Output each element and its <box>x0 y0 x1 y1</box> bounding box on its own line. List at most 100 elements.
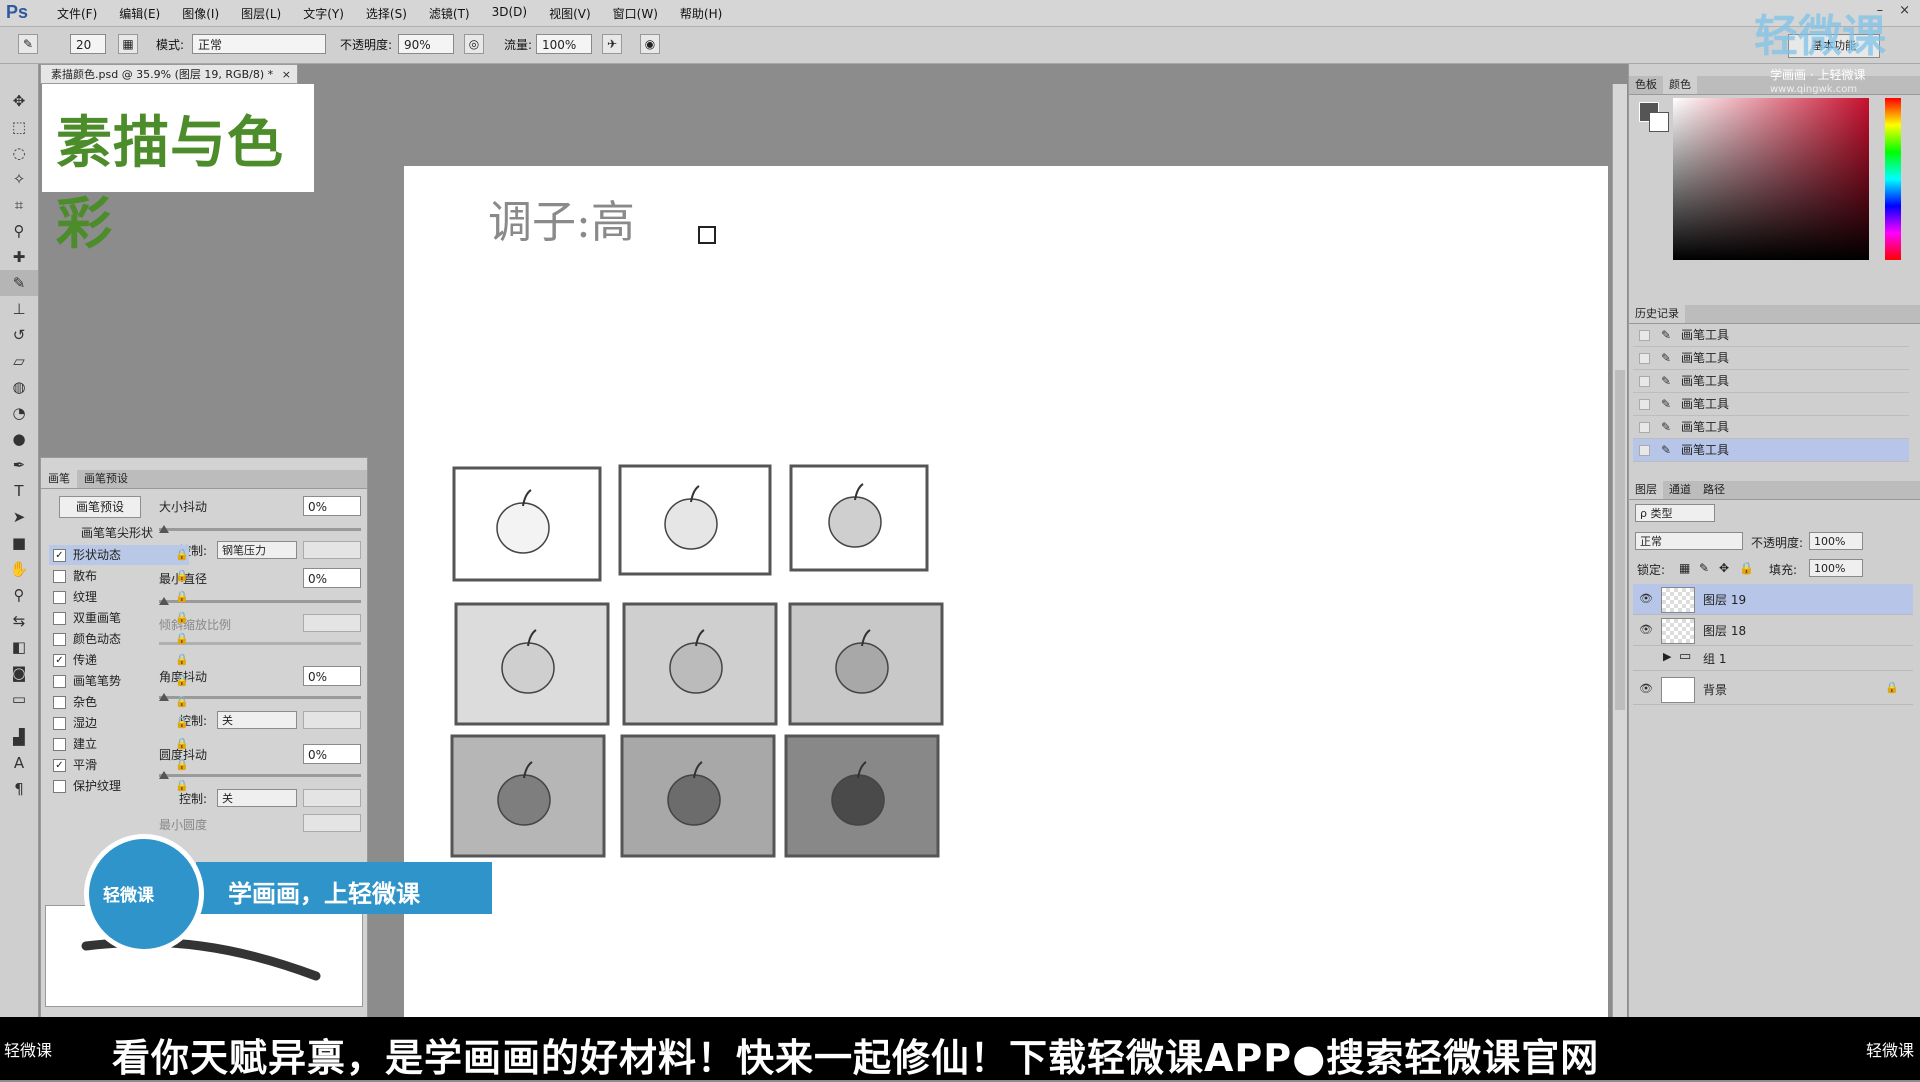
size-control-select[interactable]: 钢笔压力 <box>217 541 297 559</box>
brush-option-checkbox[interactable] <box>53 717 66 730</box>
brush-option-checkbox[interactable] <box>53 696 66 709</box>
tab-swatches[interactable]: 色板 <box>1629 76 1663 94</box>
group-expand-icon[interactable]: ▶ <box>1663 650 1671 663</box>
lock-icon[interactable]: 🔒 <box>175 755 189 775</box>
brush-option-label: 建立 <box>73 737 98 751</box>
history-snapshot-box[interactable] <box>1639 330 1650 341</box>
lock-pixels-icon[interactable]: ✎ <box>1699 561 1709 575</box>
lock-icon[interactable]: 🔒 <box>175 545 189 565</box>
brush-option-checkbox[interactable]: ✓ <box>53 549 66 562</box>
visibility-eye-icon[interactable]: 👁 <box>1639 592 1653 605</box>
ad-logo-circle: 轻微课 <box>84 834 204 954</box>
fill-input[interactable]: 100% <box>1809 559 1863 577</box>
brush-option-checkbox[interactable] <box>53 738 66 751</box>
brush-option-label: 颜色动态 <box>73 632 122 646</box>
lock-icon[interactable]: 🔒 <box>175 734 189 754</box>
visibility-eye-icon[interactable]: 👁 <box>1639 623 1653 636</box>
brush-option-row[interactable]: 画笔笔势 🔒 <box>49 671 189 691</box>
brush-option-row[interactable]: 双重画笔 🔒 <box>49 608 189 628</box>
brush-option-row[interactable]: ✓ 形状动态 🔒 <box>49 545 189 565</box>
layer-row[interactable]: 👁 图层 19 <box>1633 584 1913 615</box>
layer-blend-mode-select[interactable]: 正常 <box>1635 532 1743 550</box>
history-snapshot-box[interactable] <box>1639 399 1650 410</box>
angle-control-select[interactable]: 关 <box>217 711 297 729</box>
brush-option-row[interactable]: 杂色 🔒 <box>49 692 189 712</box>
tab-channels[interactable]: 通道 <box>1663 481 1697 499</box>
min-diameter-input[interactable]: 0% <box>303 568 361 588</box>
tab-paths[interactable]: 路径 <box>1697 481 1731 499</box>
brush-option-row[interactable]: 纹理 🔒 <box>49 587 189 607</box>
brand-url: www.qingwk.com <box>1770 84 1858 95</box>
lock-icon[interactable]: 🔒 <box>175 671 189 691</box>
lock-icon[interactable]: 🔒 <box>175 608 189 628</box>
background-color-chip[interactable] <box>1649 112 1669 132</box>
brush-option-checkbox[interactable] <box>53 633 66 646</box>
layer-filter-select[interactable]: ρ 类型 <box>1635 504 1715 522</box>
lock-transparent-icon[interactable]: ▦ <box>1679 561 1690 575</box>
brush-option-checkbox[interactable] <box>53 612 66 625</box>
brush-option-row[interactable]: 颜色动态 🔒 <box>49 629 189 649</box>
brush-option-row[interactable]: 湿边 🔒 <box>49 713 189 733</box>
layer-opacity-input[interactable]: 100% <box>1809 532 1863 550</box>
ad-banner-text: 学画画，上轻微课 <box>228 880 420 908</box>
brush-option-row[interactable]: 保护纹理 🔒 <box>49 776 189 796</box>
angle-jitter-slider[interactable] <box>159 693 361 701</box>
brush-option-row[interactable]: 建立 🔒 <box>49 734 189 754</box>
history-snapshot-box[interactable] <box>1639 422 1650 433</box>
document-tab[interactable]: 素描颜色.psd @ 35.9% (图层 19, RGB/8) * × <box>40 64 298 84</box>
brush-option-checkbox[interactable]: ✓ <box>53 759 66 772</box>
roundness-control-select[interactable]: 关 <box>217 789 297 807</box>
layer-row[interactable]: ▶ ▭ 组 1 <box>1633 646 1913 671</box>
history-item[interactable]: ✎ 画笔工具 <box>1633 324 1909 347</box>
brush-presets-button[interactable]: 画笔预设 <box>59 496 141 518</box>
min-diameter-slider[interactable] <box>159 597 361 605</box>
history-item[interactable]: ✎ 画笔工具 <box>1633 370 1909 393</box>
history-panel-title[interactable]: 历史记录 <box>1629 305 1685 323</box>
color-picker-field[interactable] <box>1673 98 1869 260</box>
brush-option-checkbox[interactable] <box>53 780 66 793</box>
history-snapshot-box[interactable] <box>1639 353 1650 364</box>
scrollbar-thumb[interactable] <box>1615 370 1625 710</box>
roundness-jitter-input[interactable]: 0% <box>303 744 361 764</box>
history-snapshot-box[interactable] <box>1639 376 1650 387</box>
lock-icon[interactable]: 🔒 <box>175 629 189 649</box>
history-item[interactable]: ✎ 画笔工具 <box>1633 347 1909 370</box>
lock-icon[interactable]: 🔒 <box>175 566 189 586</box>
lock-all-icon[interactable]: 🔒 <box>1739 561 1754 575</box>
vertical-scrollbar[interactable] <box>1612 84 1627 1017</box>
brush-option-checkbox[interactable] <box>53 570 66 583</box>
lock-icon[interactable]: 🔒 <box>175 587 189 607</box>
history-item[interactable]: ✎ 画笔工具 <box>1633 393 1909 416</box>
history-item-label: 画笔工具 <box>1681 443 1730 457</box>
history-item[interactable]: ✎ 画笔工具 <box>1633 439 1909 462</box>
tab-brush[interactable]: 画笔 <box>41 470 77 488</box>
hue-slider[interactable] <box>1885 98 1901 260</box>
brush-option-row[interactable]: ✓ 传递 🔒 <box>49 650 189 670</box>
lock-position-icon[interactable]: ✥ <box>1719 561 1729 575</box>
history-item[interactable]: ✎ 画笔工具 <box>1633 416 1909 439</box>
lock-icon[interactable]: 🔒 <box>175 650 189 670</box>
brush-option-checkbox[interactable] <box>53 591 66 604</box>
history-snapshot-box[interactable] <box>1639 445 1650 456</box>
size-jitter-slider-knob[interactable] <box>159 525 169 533</box>
brush-option-row[interactable]: ✓ 平滑 🔒 <box>49 755 189 775</box>
layer-row[interactable]: 👁 图层 18 <box>1633 615 1913 646</box>
size-jitter-input[interactable]: 0% <box>303 496 361 516</box>
angle-jitter-input[interactable]: 0% <box>303 666 361 686</box>
visibility-eye-icon[interactable]: 👁 <box>1639 682 1653 695</box>
apple-sketch <box>828 496 882 548</box>
size-jitter-slider[interactable] <box>159 525 361 533</box>
tab-layers[interactable]: 图层 <box>1629 481 1663 499</box>
document-close-icon[interactable]: × <box>282 65 291 85</box>
layer-row[interactable]: 👁 背景 🔒 <box>1633 674 1913 705</box>
brush-option-checkbox[interactable]: ✓ <box>53 654 66 667</box>
brush-option-row[interactable]: 散布 🔒 <box>49 566 189 586</box>
lock-icon[interactable]: 🔒 <box>175 692 189 712</box>
roundness-jitter-slider[interactable] <box>159 771 361 779</box>
min-roundness-input <box>303 814 361 832</box>
lock-icon[interactable]: 🔒 <box>175 776 189 796</box>
lock-icon[interactable]: 🔒 <box>175 713 189 733</box>
tab-brush-presets[interactable]: 画笔预设 <box>77 470 135 488</box>
brush-option-checkbox[interactable] <box>53 675 66 688</box>
tab-color[interactable]: 颜色 <box>1663 76 1697 94</box>
